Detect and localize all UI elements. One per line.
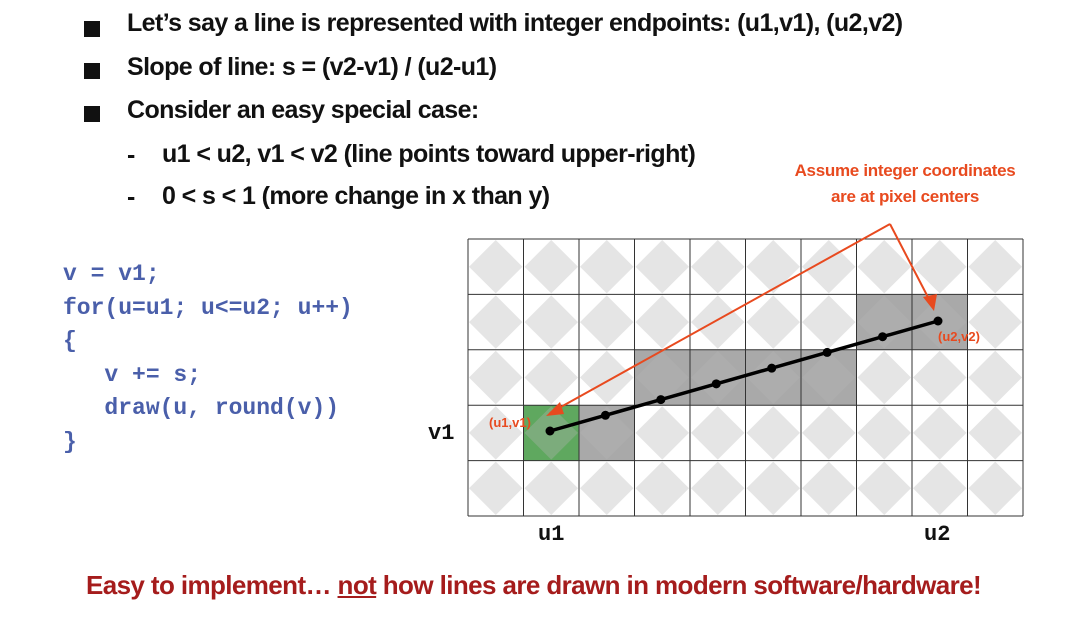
v1-axis-label: v1 (428, 421, 455, 446)
sample-point (656, 395, 666, 405)
pixel-diamond (691, 461, 745, 515)
pixel-diamond (524, 295, 578, 349)
sample-point (767, 363, 777, 373)
pixel-diamond (691, 295, 745, 349)
sample-point (711, 379, 721, 389)
pixel-diamond (580, 350, 634, 405)
pixel-diamond (691, 240, 745, 294)
pixel-diamond (635, 461, 689, 515)
start-point-label: (u1,v1) (489, 415, 531, 430)
footer-text-before: Easy to implement… (85, 570, 338, 600)
pixel-diamond (802, 461, 856, 515)
pixel-diamond (524, 350, 578, 405)
pixel-diamond (746, 406, 800, 460)
pixel-diamond (469, 240, 523, 294)
pixel-diamond (746, 295, 800, 349)
pixel-diamond (857, 350, 911, 405)
footer-text-emphasis: not (337, 570, 377, 600)
pixel-diamond (968, 406, 1022, 460)
pixel-diamond (635, 406, 689, 460)
pixel-diamond (469, 295, 523, 349)
pixel-diamond (524, 461, 578, 515)
sample-point (822, 347, 832, 357)
pixel-diamond (746, 240, 800, 294)
pixel-diamond (968, 350, 1022, 405)
pixel-diamond (913, 406, 967, 460)
u1-axis-label: u1 (538, 522, 565, 547)
pixel-diamond (580, 240, 634, 294)
pixel-diamond (469, 461, 523, 515)
sample-point (545, 426, 555, 436)
sample-point (878, 332, 888, 342)
footer-caption: Easy to implement… not how lines are dra… (0, 570, 1067, 601)
pixel-diamond (802, 406, 856, 460)
pixel-diamond (635, 240, 689, 294)
sample-point (600, 410, 610, 420)
pixel-diamond (802, 295, 856, 349)
end-point-label: (u2,v2) (938, 329, 980, 344)
footer-text-after: how lines are drawn in modern software/h… (376, 570, 982, 600)
pixel-diamond (524, 240, 578, 294)
pixel-diamond (469, 350, 523, 405)
pixel-diamond (580, 295, 634, 349)
pixel-diamond (857, 461, 911, 515)
pixel-grid-diagram: (u1,v1) (u2,v2) (467, 223, 1024, 517)
pixel-diamond (913, 350, 967, 405)
pixel-diamond (913, 461, 967, 515)
pixel-diamond (746, 461, 800, 515)
pixel-diamond (580, 461, 634, 515)
pixel-diamond (968, 240, 1022, 294)
u2-axis-label: u2 (924, 522, 951, 547)
pixel-diamond (968, 461, 1022, 515)
sample-point (933, 316, 943, 326)
pixel-diamond (691, 406, 745, 460)
pixel-diamond (857, 406, 911, 460)
